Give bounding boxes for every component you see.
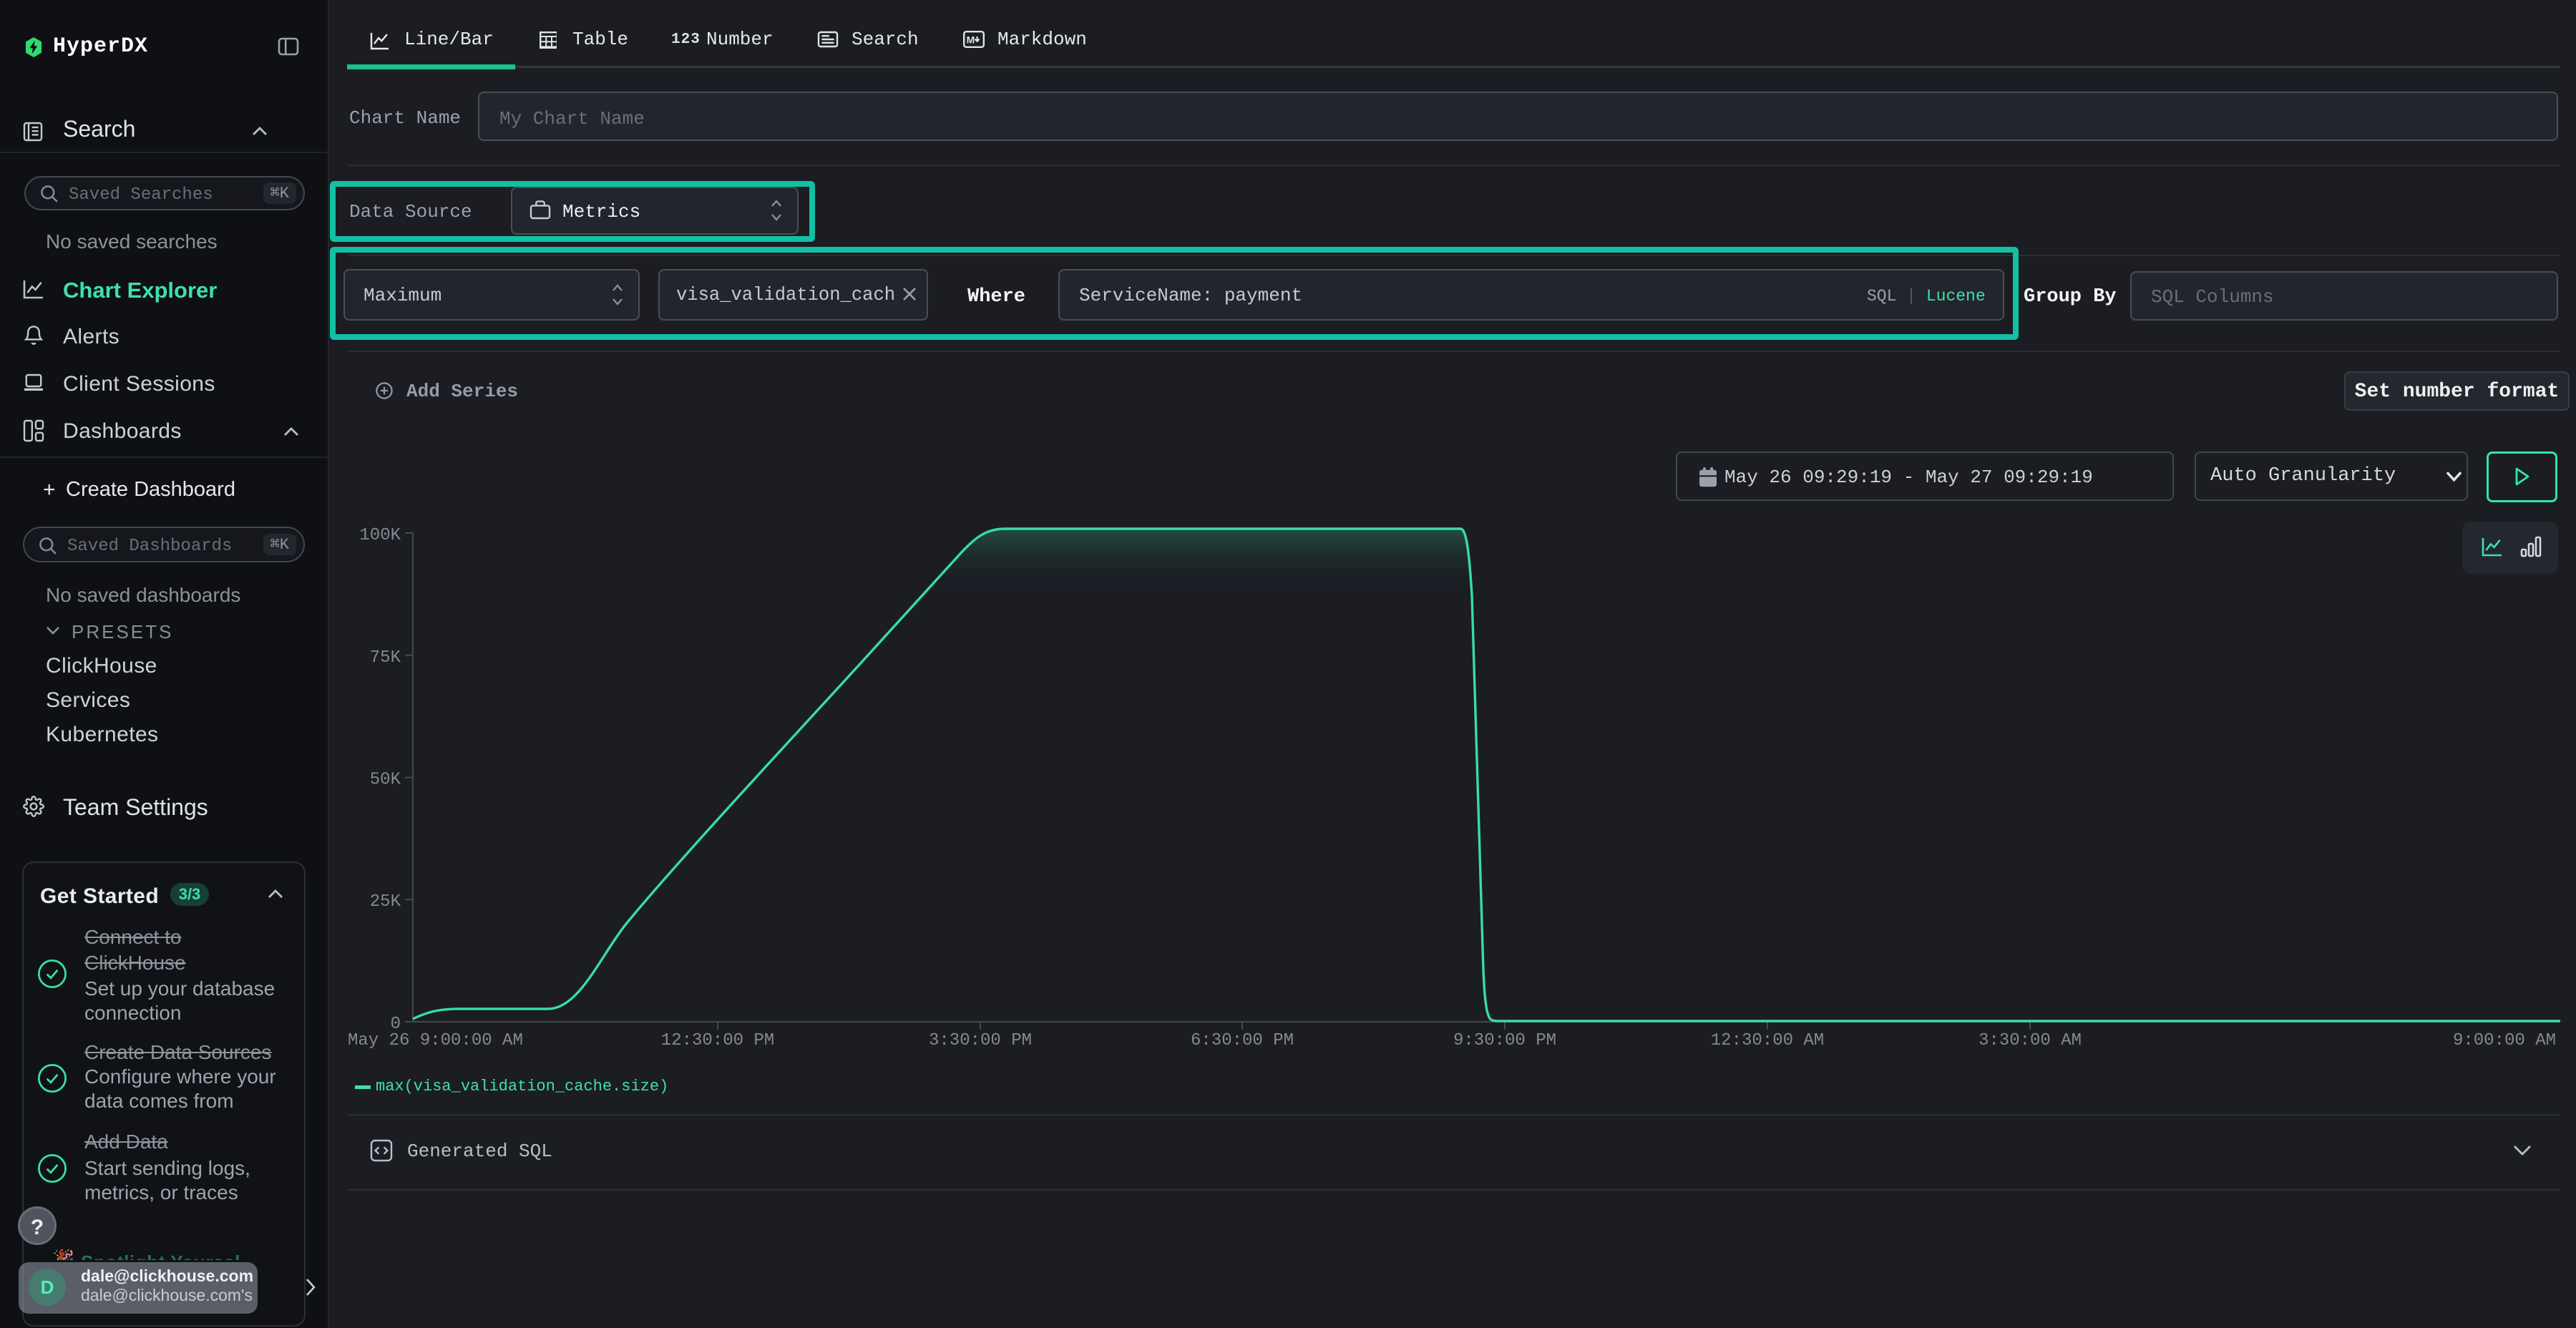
svg-text:6:30:00 PM: 6:30:00 PM [1191, 1031, 1294, 1050]
svg-text:9:00:00 AM: 9:00:00 AM [2453, 1031, 2556, 1050]
svg-text:12:30:00 PM: 12:30:00 PM [661, 1031, 774, 1050]
svg-text:12:30:00 AM: 12:30:00 AM [1711, 1031, 1824, 1050]
svg-text:3:30:00 PM: 3:30:00 PM [929, 1031, 1032, 1050]
svg-text:May 26 9:00:00 AM: May 26 9:00:00 AM [348, 1031, 523, 1050]
svg-text:25K: 25K [370, 892, 401, 912]
svg-text:9:30:00 PM: 9:30:00 PM [1453, 1031, 1556, 1050]
svg-text:M: M [967, 34, 975, 45]
svg-text:50K: 50K [370, 771, 401, 790]
svg-text:3:30:00 AM: 3:30:00 AM [1979, 1031, 2082, 1050]
svg-text:100K: 100K [359, 526, 401, 545]
svg-text:75K: 75K [370, 648, 401, 668]
